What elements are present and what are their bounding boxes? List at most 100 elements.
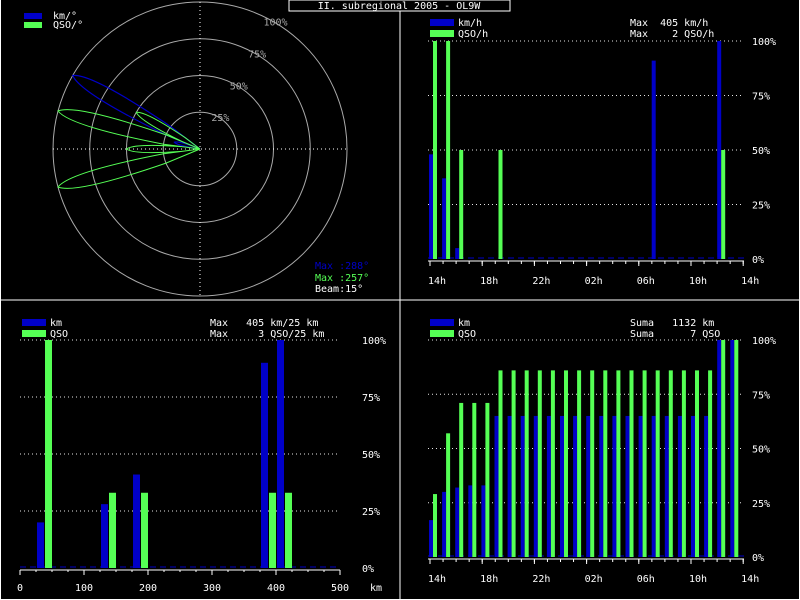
cumulative-bar-qso: [695, 370, 699, 557]
cumulative-bar-km: [520, 415, 525, 557]
chart-title: II. subregional 2005 - OL9W: [318, 1, 482, 12]
distance-xtick: 200: [139, 583, 157, 594]
cumulative-bar-km: [586, 415, 591, 557]
cumulative-xtick: 18h: [480, 574, 498, 585]
cumulative-bar-qso: [616, 370, 621, 557]
cumulative-bar-km: [651, 415, 656, 557]
cumulative-xtick: 14h: [741, 574, 759, 585]
cumulative-bar-qso: [485, 402, 490, 557]
cumulative-bar-km: [546, 415, 551, 557]
cumulative-bar-km: [664, 415, 669, 557]
legend-label-qso-h: QSO/h: [458, 29, 488, 40]
cumulative-bar-km: [468, 485, 473, 557]
cumulative-xtick: 10h: [689, 574, 707, 585]
hourly-xtick: 22h: [532, 276, 550, 287]
hourly-xtick: 14h: [428, 276, 446, 287]
polar-ring-label: 25%: [211, 113, 229, 124]
hourly-ytick: 0%: [752, 255, 764, 266]
distance-bar-qso: [45, 340, 52, 568]
legend-label-qso-deg: QSO/°: [53, 20, 83, 31]
cumulative-bar-qso: [459, 402, 464, 557]
legend-label-km-dist: km: [50, 318, 62, 329]
cumulative-bar-qso: [550, 370, 555, 557]
distance-bar-km: [133, 474, 140, 568]
distance-chart: km QSO Max 405 km/25 km Max 3 QSO/25 km …: [17, 318, 386, 594]
hourly-xtick: 06h: [637, 276, 655, 287]
cumulative-bar-km: [730, 340, 735, 557]
cumulative-bar-km: [560, 415, 564, 557]
distance-ytick: 50%: [362, 450, 380, 461]
distance-bar-km: [101, 504, 108, 568]
polar-ring-label: 75%: [248, 50, 266, 61]
cumulative-bar-qso: [708, 370, 713, 557]
hourly-bar-qso: [446, 41, 451, 259]
cumulative-bar-km: [625, 415, 630, 557]
legend-swatch-qso-deg: [24, 22, 42, 28]
legend-label-km-h: km/h: [458, 18, 482, 29]
cumulative-bar-qso: [668, 370, 673, 557]
legend-label-km-cum: km: [458, 318, 470, 329]
cumulative-bar-qso: [537, 370, 542, 557]
polar-ring-label: 50%: [230, 81, 248, 92]
polar-beam: Beam:15°: [315, 284, 363, 295]
hourly-bar-km: [651, 60, 656, 260]
cumulative-bar-qso: [446, 433, 451, 557]
legend-label-qso-dist: QSO: [50, 329, 68, 340]
cumulative-xtick: 06h: [637, 574, 655, 585]
distance-xtick: 300: [203, 583, 221, 594]
distance-x-axis-label: km: [370, 583, 382, 594]
cumulative-bar-km: [494, 415, 499, 557]
cumulative-bar-km: [573, 415, 578, 557]
hourly-xtick: 18h: [480, 276, 498, 287]
legend-swatch-qso-dist: [22, 330, 46, 337]
cumulative-bar-km: [507, 415, 512, 557]
legend-swatch-qso-cum: [430, 330, 454, 337]
hourly-bar-qso: [459, 150, 464, 259]
hourly-bar-km: [455, 248, 460, 259]
cumulative-bar-qso: [734, 340, 739, 557]
hourly-chart: km/h QSO/h Max 405 km/h Max 2 QSO/h 0% 25…: [428, 18, 776, 287]
cumulative-bar-qso: [590, 370, 595, 557]
distance-stat-qso: Max 3 QSO/25 km: [210, 329, 324, 340]
cumulative-xtick: 02h: [585, 574, 603, 585]
hourly-xtick: 10h: [689, 276, 707, 287]
hourly-ytick: 75%: [752, 92, 770, 103]
polar-chart: 25%50%75%100% km/° QSO/° Max :288° Max :…: [24, 1, 369, 297]
cumulative-bar-qso: [721, 340, 726, 557]
cumulative-stat-km: Suma 1132 km: [630, 318, 714, 329]
cumulative-ytick: 100%: [752, 336, 776, 347]
hourly-bar-qso: [433, 41, 437, 259]
cumulative-bar-km: [638, 415, 643, 557]
distance-ytick: 100%: [362, 336, 386, 347]
polar-max-km: Max :288°: [315, 261, 369, 272]
distance-bar-km: [37, 522, 44, 568]
hourly-bar-km: [429, 154, 433, 259]
legend-swatch-km-dist: [22, 319, 46, 326]
distance-xtick: 100: [75, 583, 93, 594]
statistics-figure: II. subregional 2005 - OL9W 25% 50% 75% 100…: [0, 0, 800, 600]
cumulative-bar-km: [533, 415, 538, 557]
cumulative-bar-km: [612, 415, 617, 557]
cumulative-ytick: 50%: [752, 445, 770, 456]
cumulative-bar-km: [429, 520, 433, 557]
hourly-xtick: 02h: [585, 276, 603, 287]
distance-bar-km: [277, 340, 284, 568]
cumulative-bar-km: [599, 415, 604, 557]
cumulative-bar-qso: [511, 370, 516, 557]
hourly-bar-km: [717, 41, 722, 259]
cumulative-ytick: 75%: [752, 390, 770, 401]
distance-bar-qso: [285, 492, 292, 568]
hourly-stat-qso: Max 2 QSO/h: [630, 29, 714, 40]
distance-bar-km: [261, 362, 268, 568]
cumulative-bar-km: [704, 415, 709, 557]
cumulative-chart: km QSO Suma 1132 km Suma 7 QSO 0% 25% 50% 7…: [428, 318, 776, 585]
hourly-stat-km: Max 405 km/h: [630, 18, 708, 29]
cumulative-bar-qso: [498, 370, 503, 557]
hourly-ytick: 100%: [752, 37, 776, 48]
cumulative-bar-qso: [642, 370, 647, 557]
legend-swatch-km-h: [430, 19, 454, 26]
cumulative-bar-km: [677, 415, 682, 557]
hourly-bar-qso: [498, 150, 503, 259]
legend-swatch-qso-h: [430, 30, 454, 37]
legend-label-qso-cum: QSO: [458, 329, 476, 340]
